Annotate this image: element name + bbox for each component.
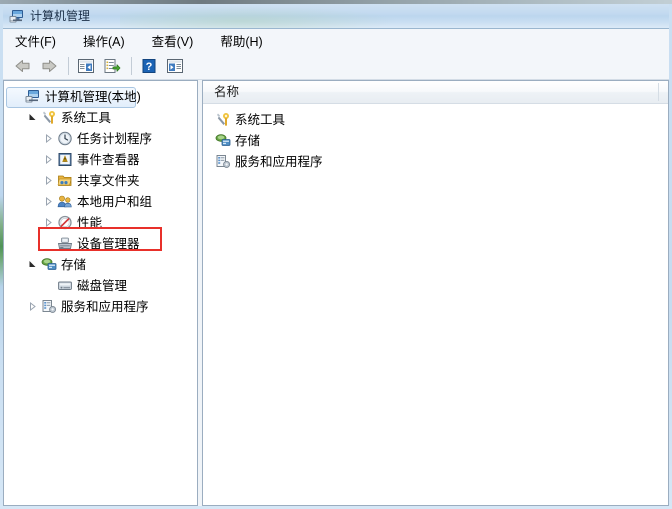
tree-item-label: 本地用户和组 xyxy=(77,194,153,209)
tree-item-computer-management[interactable]: 计算机管理(本地) xyxy=(4,86,197,108)
tree-item-label: 设备管理器 xyxy=(77,236,140,251)
services-apps-icon xyxy=(214,154,231,170)
shared-folder-icon xyxy=(56,173,73,189)
tree-item-shared-folders[interactable]: 共享文件夹 xyxy=(4,170,197,191)
show-console-tree-icon[interactable] xyxy=(74,55,98,77)
tree-item-label: 磁盘管理 xyxy=(77,278,128,293)
tree-toggle-expanded[interactable] xyxy=(24,107,40,128)
tree-item-system-tools[interactable]: 系统工具 xyxy=(4,107,197,128)
tree-item-label: 任务计划程序 xyxy=(77,131,153,146)
disk-management-icon xyxy=(56,278,73,294)
list-column-header[interactable]: 名称 xyxy=(203,81,668,104)
list-body: 系统工具 存储 服务和应用程序 xyxy=(203,104,668,172)
tree-toggle-collapsed[interactable] xyxy=(24,296,40,317)
list-item-label: 服务和应用程序 xyxy=(235,154,323,169)
column-header-name: 名称 xyxy=(214,85,240,99)
computer-icon xyxy=(24,89,41,105)
tree-toggle-collapsed[interactable] xyxy=(40,149,56,170)
performance-icon xyxy=(56,215,73,231)
tools-icon xyxy=(214,112,231,128)
tree-item-label: 服务和应用程序 xyxy=(61,299,149,314)
tools-icon xyxy=(40,110,57,126)
tree-toggle-collapsed[interactable] xyxy=(40,191,56,212)
tree-item-event-viewer[interactable]: 事件查看器 xyxy=(4,149,197,170)
console-tree: 计算机管理(本地) 系统工具 任务计划程序 事件查看器 共享文件夹 本地用户和组… xyxy=(4,81,197,317)
storage-icon xyxy=(40,257,57,273)
svg-text:?: ? xyxy=(146,60,153,72)
tree-item-disk-management[interactable]: 磁盘管理 xyxy=(4,275,197,296)
window-left-border xyxy=(0,4,3,509)
console-tree-pane: 计算机管理(本地) 系统工具 任务计划程序 事件查看器 共享文件夹 本地用户和组… xyxy=(3,80,197,506)
tree-item-label: 系统工具 xyxy=(61,110,112,125)
tree-item-label: 计算机管理(本地) xyxy=(45,89,141,104)
tree-toggle-none xyxy=(40,275,56,296)
toolbar: ? xyxy=(3,52,669,80)
tree-item-label: 存储 xyxy=(61,257,87,272)
result-list-pane: 名称 系统工具 存储 服务和应用程序 xyxy=(203,80,669,506)
tree-item-label: 共享文件夹 xyxy=(77,173,140,188)
menu-help[interactable]: 帮助(H) xyxy=(220,29,273,53)
menu-bar: 文件(F) 操作(A) 查看(V) 帮助(H) xyxy=(3,29,669,52)
tree-item-device-manager[interactable]: 设备管理器 xyxy=(4,233,197,254)
services-apps-icon xyxy=(40,299,57,315)
menu-view[interactable]: 查看(V) xyxy=(152,29,205,53)
tree-item-task-scheduler[interactable]: 任务计划程序 xyxy=(4,128,197,149)
title-bar[interactable]: 计算机管理 xyxy=(0,4,672,29)
menu-action[interactable]: 操作(A) xyxy=(83,29,136,53)
storage-icon xyxy=(214,133,231,149)
show-action-pane-icon[interactable] xyxy=(163,55,187,77)
tree-item-label: 性能 xyxy=(77,215,103,230)
computer-management-window: 计算机管理 文件(F) 操作(A) 查看(V) 帮助(H) ? 计算机管理(本地… xyxy=(0,0,672,509)
event-viewer-icon xyxy=(56,152,73,168)
tree-toggle-none xyxy=(8,86,24,107)
tree-item-performance[interactable]: 性能 xyxy=(4,212,197,233)
forward-arrow-icon[interactable] xyxy=(37,55,61,77)
list-item[interactable]: 系统工具 xyxy=(203,109,668,130)
tree-toggle-expanded[interactable] xyxy=(24,254,40,275)
menu-file[interactable]: 文件(F) xyxy=(15,29,67,53)
glass-reflection xyxy=(120,4,420,28)
content-area: 计算机管理(本地) 系统工具 任务计划程序 事件查看器 共享文件夹 本地用户和组… xyxy=(3,80,669,506)
back-arrow-icon[interactable] xyxy=(11,55,35,77)
tree-item-services-applications[interactable]: 服务和应用程序 xyxy=(4,296,197,317)
tree-item-local-users-groups[interactable]: 本地用户和组 xyxy=(4,191,197,212)
computer-management-icon xyxy=(9,9,25,24)
tree-toggle-collapsed[interactable] xyxy=(40,212,56,233)
list-item-label: 存储 xyxy=(235,133,261,148)
device-manager-icon xyxy=(56,236,73,252)
list-item-label: 系统工具 xyxy=(235,112,286,127)
clock-icon xyxy=(56,131,73,147)
tree-toggle-collapsed[interactable] xyxy=(40,170,56,191)
window-title: 计算机管理 xyxy=(30,9,91,23)
export-list-icon[interactable] xyxy=(100,55,124,77)
tree-item-label: 事件查看器 xyxy=(77,152,140,167)
list-item[interactable]: 存储 xyxy=(203,130,668,151)
toolbar-separator-2 xyxy=(131,56,132,75)
tree-item-storage[interactable]: 存储 xyxy=(4,254,197,275)
help-icon[interactable]: ? xyxy=(137,55,161,77)
list-item[interactable]: 服务和应用程序 xyxy=(203,151,668,172)
tree-toggle-collapsed[interactable] xyxy=(40,128,56,149)
toolbar-separator xyxy=(68,56,69,75)
column-divider[interactable] xyxy=(658,83,659,101)
tree-toggle-none xyxy=(40,233,56,254)
users-group-icon xyxy=(56,194,73,210)
